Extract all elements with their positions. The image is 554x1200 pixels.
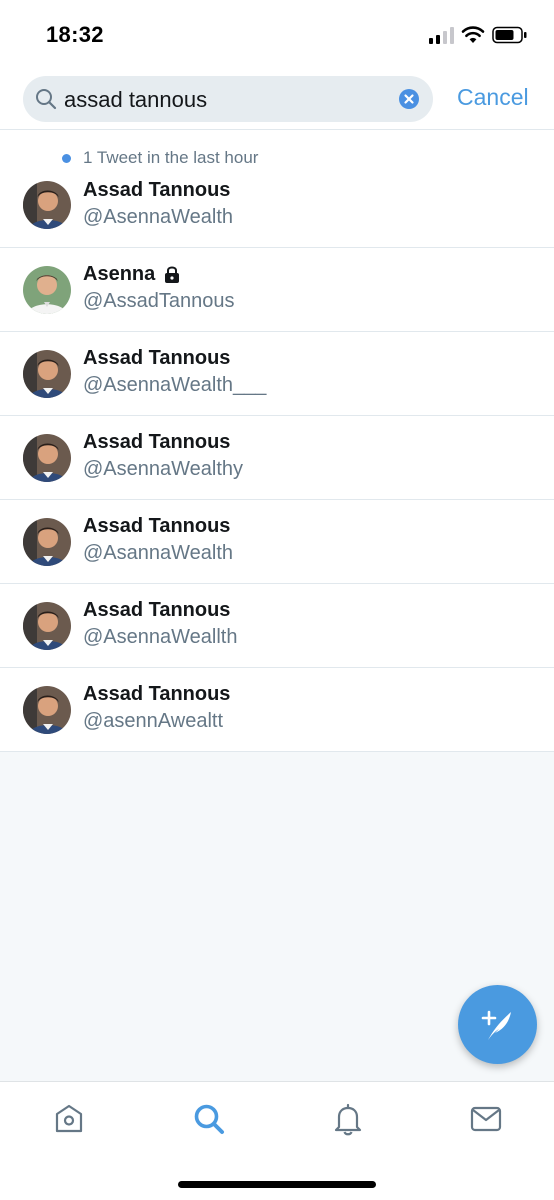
battery-icon	[492, 26, 527, 44]
clear-search-button[interactable]	[399, 89, 419, 109]
home-icon[interactable]	[52, 1102, 86, 1136]
result-name: Assad Tannous	[83, 347, 231, 369]
cellular-signal-icon	[429, 26, 455, 44]
clear-icon	[404, 94, 414, 104]
result-handle: @asennAwealtt	[83, 710, 224, 732]
messages-envelope-icon[interactable]	[469, 1102, 503, 1136]
search-result-row[interactable]: Assad Tannous @AsannaWealth	[0, 500, 554, 584]
search-query[interactable]: assad tannous	[64, 87, 207, 113]
search-result-row[interactable]: Assad Tannous @AsennaWealthy	[0, 416, 554, 500]
result-handle: @AssadTannous	[83, 290, 235, 312]
compose-tweet-button[interactable]	[458, 985, 537, 1064]
search-result-row[interactable]: Assad Tannous @AsennaWealth___	[0, 332, 554, 416]
status-bar: 18:32	[0, 0, 554, 70]
result-handle: @AsennaWeallth	[83, 626, 238, 648]
avatar[interactable]	[23, 181, 71, 229]
cancel-button[interactable]: Cancel	[457, 84, 529, 111]
avatar[interactable]	[23, 602, 71, 650]
wifi-icon	[461, 26, 485, 43]
avatar[interactable]	[23, 686, 71, 734]
result-name: Assad Tannous	[83, 179, 231, 201]
search-result-row[interactable]: Asenna @AssadTannous	[0, 248, 554, 332]
search-header: assad tannous Cancel	[0, 70, 554, 130]
avatar[interactable]	[23, 266, 71, 314]
recent-activity-note: 1 Tweet in the last hour	[0, 130, 554, 170]
lock-icon	[165, 266, 179, 283]
result-handle: @AsennaWealth	[83, 206, 234, 228]
status-time: 18:32	[46, 22, 104, 47]
search-icon	[36, 89, 57, 110]
recent-activity-text: 1 Tweet in the last hour	[83, 148, 259, 167]
search-results-list: 1 Tweet in the last hour Assad Tannous @A…	[0, 130, 554, 752]
avatar[interactable]	[23, 518, 71, 566]
app-screen: 18:32 assad tannous Cancel 1 Tweet in th…	[0, 0, 554, 1200]
avatar[interactable]	[23, 434, 71, 482]
search-input[interactable]: assad tannous	[23, 76, 433, 122]
result-handle: @AsannaWealth	[83, 542, 234, 564]
home-indicator[interactable]	[178, 1181, 376, 1188]
result-name: Asenna	[83, 263, 156, 285]
search-result-row[interactable]: Assad Tannous @AsennaWeallth	[0, 584, 554, 668]
search-result-row[interactable]: Assad Tannous @asennAwealtt	[0, 668, 554, 752]
result-name: Assad Tannous	[83, 515, 231, 537]
result-handle: @AsennaWealth___	[83, 374, 267, 396]
result-name: Assad Tannous	[83, 683, 231, 705]
result-name: Assad Tannous	[83, 599, 231, 621]
compose-tweet-icon	[481, 1010, 511, 1040]
result-name: Assad Tannous	[83, 431, 231, 453]
new-activity-dot	[62, 154, 71, 163]
avatar[interactable]	[23, 350, 71, 398]
result-handle: @AsennaWealthy	[83, 458, 244, 480]
search-icon[interactable]	[192, 1102, 226, 1136]
notifications-bell-icon[interactable]	[331, 1102, 365, 1136]
search-result-row[interactable]: Assad Tannous @AsennaWealth	[0, 170, 554, 248]
